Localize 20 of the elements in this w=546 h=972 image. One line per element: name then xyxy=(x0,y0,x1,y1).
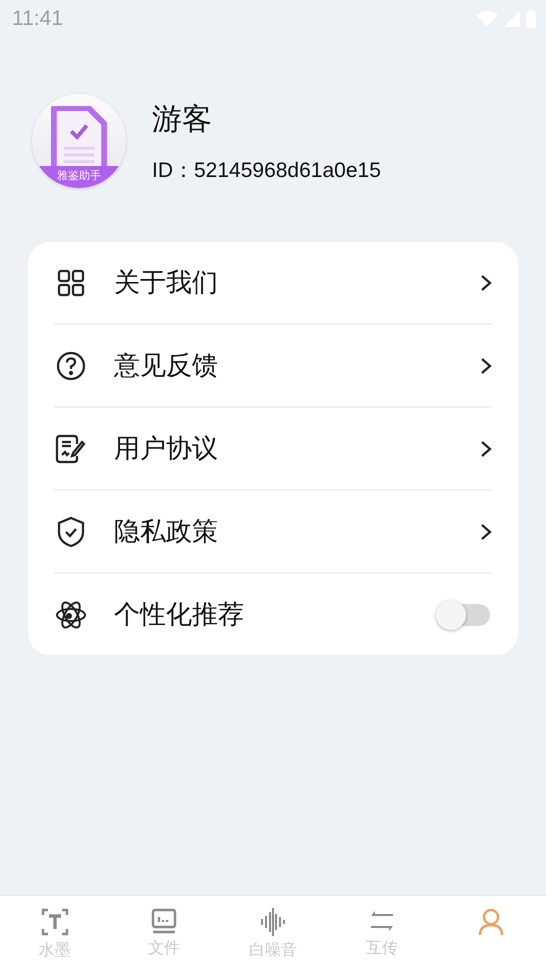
chevron-right-icon[interactable] xyxy=(480,522,492,540)
menu-item-label[interactable]: 意见反馈 xyxy=(114,348,480,383)
menu-item-label[interactable]: 用户协议 xyxy=(114,431,480,466)
menu-item-label[interactable]: 隐私政策 xyxy=(114,514,480,549)
person-icon xyxy=(478,908,504,936)
app-logo: 雅鉴助手 xyxy=(32,94,126,188)
monitor-icon xyxy=(150,908,177,934)
text-icon xyxy=(40,908,69,936)
chevron-right-icon[interactable] xyxy=(480,356,492,374)
atom-icon xyxy=(54,598,88,630)
sound-wave-icon xyxy=(260,908,286,936)
chevron-right-icon[interactable] xyxy=(480,274,492,292)
menu-item-label[interactable]: 个性化推荐 xyxy=(114,597,440,632)
status-time: 11:41 xyxy=(12,7,63,31)
document-edit-icon xyxy=(54,434,88,464)
user-id: ID：52145968d61a0e15 xyxy=(152,158,381,184)
user-name: 游客 xyxy=(152,100,213,138)
menu-item-label[interactable]: 关于我们 xyxy=(114,265,480,300)
help-icon xyxy=(54,350,88,380)
chevron-right-icon[interactable] xyxy=(480,440,492,458)
